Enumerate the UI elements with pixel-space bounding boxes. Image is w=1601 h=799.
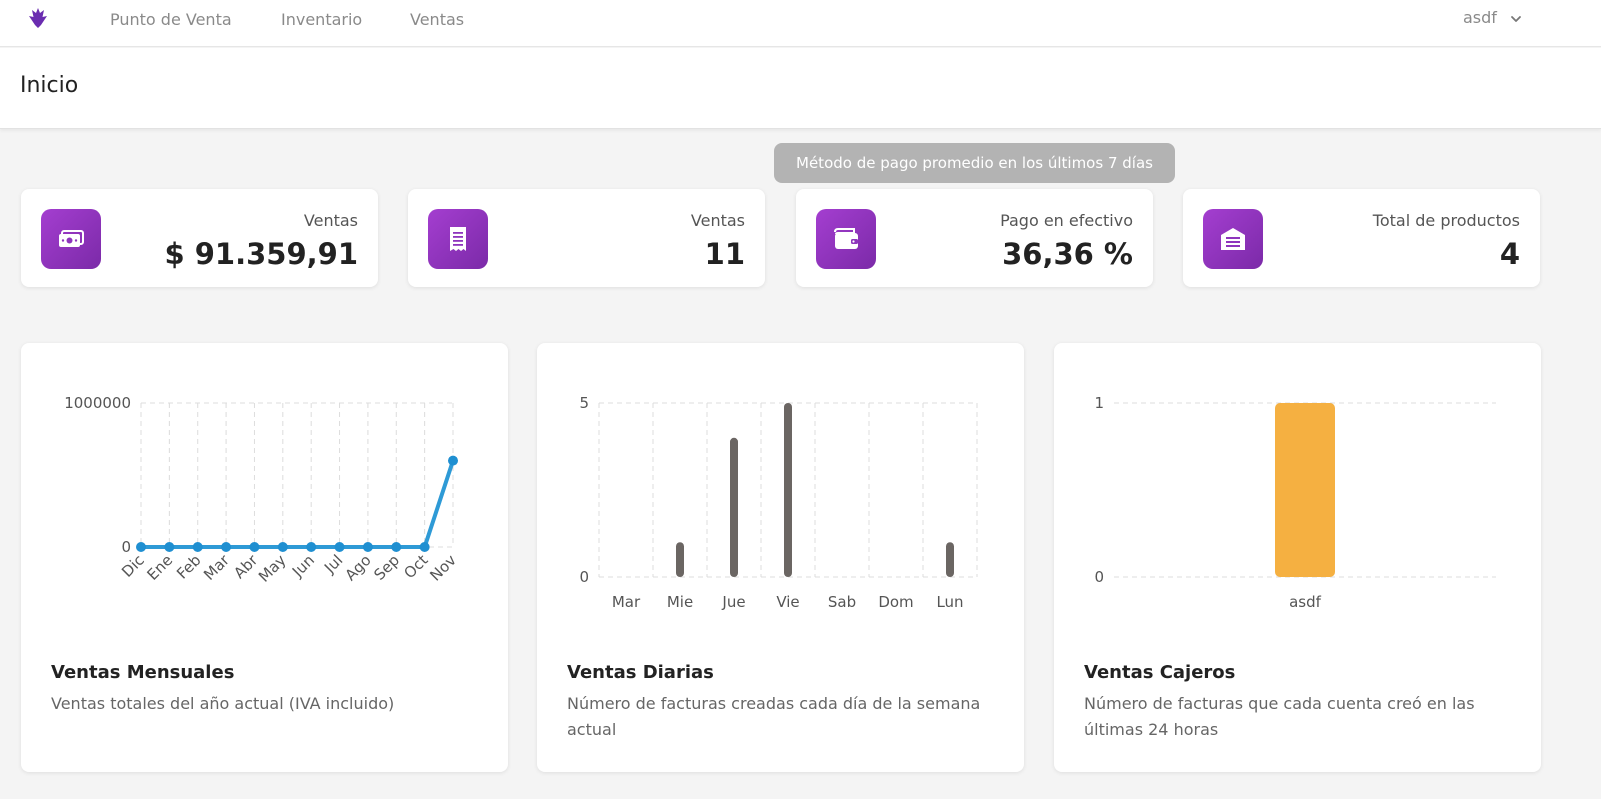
stat-icon-box <box>1203 209 1263 269</box>
page-title: Inicio <box>20 73 79 98</box>
stat-icon-box <box>41 209 101 269</box>
y-tick-label: 0 <box>121 538 131 556</box>
chart-title: Ventas Mensuales <box>51 662 235 683</box>
stat-label: Ventas <box>690 211 745 230</box>
data-point <box>249 542 260 552</box>
data-point <box>192 542 203 552</box>
stat-card-sales-count: Ventas 11 <box>408 189 765 287</box>
monthly-sales-chart: 01000000DicEneFebMarAbrMay Jun JulAgoSepOc… <box>64 394 460 586</box>
y-tick-label: 1000000 <box>64 394 131 412</box>
data-point <box>362 542 373 552</box>
bar <box>784 403 792 577</box>
x-tick-label: Sab <box>828 593 856 611</box>
chart-title: Ventas Cajeros <box>1084 662 1236 683</box>
x-tick-label: Dom <box>878 593 913 611</box>
chart-description: Número de facturas creadas cada día de l… <box>567 694 981 739</box>
x-tick-label: asdf <box>1289 593 1322 611</box>
data-point <box>221 542 232 552</box>
tooltip: Método de pago promedio en los últimos 7… <box>774 143 1175 183</box>
wallet-icon <box>834 228 858 249</box>
user-name: asdf <box>1463 8 1497 27</box>
stat-value: 4 <box>1499 237 1520 271</box>
cashier-sales-chart: 0 1 asdf <box>1094 394 1496 611</box>
chart-card-cashier-sales: 0 1 asdf Ventas Cajeros Número de facturas… <box>1054 343 1541 772</box>
data-point <box>277 542 288 552</box>
stat-label: Pago en efectivo <box>1000 211 1133 230</box>
y-tick-label: 1 <box>1094 394 1104 412</box>
top-navbar: Punto de Venta Inventario Ventas asdf <box>0 0 1601 47</box>
x-tick-label: Mar <box>612 593 641 611</box>
x-tick-label: May <box>255 551 290 586</box>
chart-title: Ventas Diarias <box>567 662 714 683</box>
chart-description: Ventas totales del año actual (IVA inclu… <box>51 694 395 713</box>
y-tick-label: 0 <box>579 568 589 586</box>
chevron-down-icon <box>1511 15 1521 22</box>
stat-label: Ventas <box>303 211 358 230</box>
stat-card-products-total: Total de productos 4 <box>1183 189 1540 287</box>
bar <box>676 542 684 577</box>
stat-card-cash-payment: Pago en efectivo 36,36 % <box>796 189 1153 287</box>
x-tick-label: Sep <box>370 551 403 584</box>
stat-card-sales-total: Ventas $ 91.359,91 <box>21 189 378 287</box>
nav-link-ventas[interactable]: Ventas <box>410 10 464 29</box>
x-tick-label: Feb <box>173 551 205 583</box>
chart-description: Número de facturas que cada cuenta creó … <box>1084 694 1475 739</box>
data-point <box>448 455 458 466</box>
x-tick-label: Vie <box>776 593 799 611</box>
data-point <box>334 542 345 552</box>
page-header: Inicio <box>0 48 1601 129</box>
x-tick-label: Lun <box>936 593 963 611</box>
warehouse-icon <box>1221 228 1245 250</box>
x-tick-label: Abr <box>230 551 262 583</box>
y-tick-label: 5 <box>579 394 589 412</box>
user-menu[interactable]: asdf <box>1463 8 1522 27</box>
bar <box>730 437 738 577</box>
x-tick-label: Ene <box>144 551 177 584</box>
money-icon <box>59 230 84 247</box>
stat-value: $ 91.359,91 <box>164 237 358 271</box>
stat-value: 11 <box>704 237 745 271</box>
chart-card-daily-sales: 0 5 Mar Mie Jue Vie Sab Dom Lun Ventas Diarias N… <box>537 343 1024 772</box>
x-tick-label: Nov <box>426 551 460 585</box>
y-tick-label: 0 <box>1094 568 1104 586</box>
nav-link-punto-de-venta[interactable]: Punto de Venta <box>110 10 232 29</box>
nav-link-inventario[interactable]: Inventario <box>281 10 362 29</box>
stat-value: 36,36 % <box>1002 237 1133 271</box>
data-point <box>306 542 317 552</box>
chart-card-monthly-sales: 0 1000000 Dic Ene Feb Mar Abr May Jun Jul Ago Sep Oc… <box>21 343 508 772</box>
bar <box>1275 403 1335 577</box>
x-tick-label: Jun <box>288 551 318 581</box>
data-point <box>136 542 146 552</box>
receipt-icon <box>450 227 466 251</box>
x-tick-label: Oct <box>400 551 431 582</box>
stat-icon-box <box>816 209 876 269</box>
x-tick-label: Jue <box>721 593 745 611</box>
x-tick-label: Mie <box>667 593 693 611</box>
stat-icon-box <box>428 209 488 269</box>
logo-icon[interactable] <box>27 6 49 30</box>
bar <box>946 542 954 577</box>
series-line <box>141 459 455 549</box>
data-point <box>164 542 175 552</box>
x-tick-label: Ago <box>342 551 375 584</box>
daily-sales-chart: 0 5 Mar Mie Jue Vie Sab Dom Lun <box>579 394 978 611</box>
x-tick-label: Mar <box>200 551 233 584</box>
data-point <box>419 542 430 552</box>
data-point <box>391 542 402 552</box>
stat-label: Total de productos <box>1372 211 1520 230</box>
